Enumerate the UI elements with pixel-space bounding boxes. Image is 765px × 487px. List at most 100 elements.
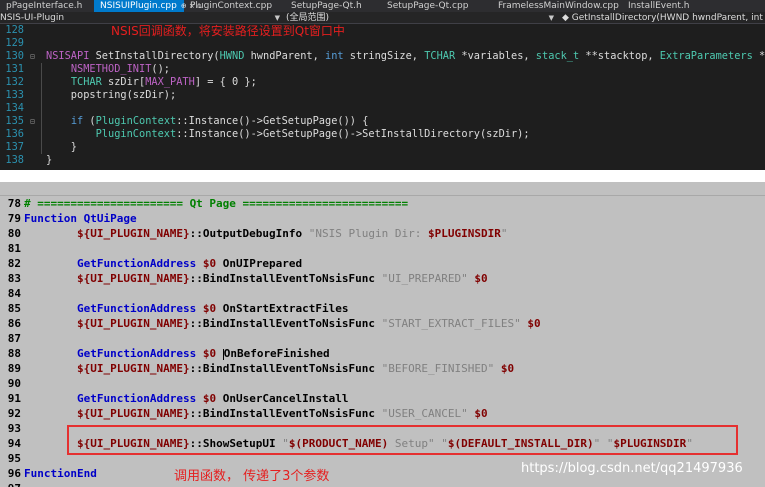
chevron-down-icon: ▼ xyxy=(548,14,554,22)
script-text: ${UI_PLUGIN_NAME}::BindInstallEventToNsi… xyxy=(76,317,541,330)
line-number: 90 xyxy=(7,377,21,390)
line-number: 79 xyxy=(7,212,21,225)
tab-3[interactable]: PluginContext.cpp xyxy=(184,0,285,12)
line-number: 81 xyxy=(7,242,21,255)
script-line: 86 ${UI_PLUGIN_NAME}::BindInstallEventTo… xyxy=(0,316,765,331)
line-number: 95 xyxy=(7,452,21,465)
script-line: 81 xyxy=(0,241,765,256)
script-text: ${UI_PLUGIN_NAME}::BindInstallEventToNsi… xyxy=(76,407,488,420)
tab-label: FramelessMainWindow.cpp xyxy=(498,1,619,11)
line-number: 97 xyxy=(5,481,21,487)
code-line: 135 ⊟ if (PluginContext::Instance()->GetS… xyxy=(0,115,765,128)
script-line: 88 GetFunctionAddress $0 OnBeforeFinishe… xyxy=(0,346,765,361)
code-annotation: NSIS回调函数，将安装路径设置到Qt窗口中 xyxy=(111,24,345,38)
member-dropdown[interactable]: ◆ GetInstallDirectory(HWND hwndParent, i… xyxy=(562,12,765,24)
line-number: 96 xyxy=(7,467,21,480)
indent-guide xyxy=(41,102,42,115)
code-line: 131 NSMETHOD_INIT(); xyxy=(0,63,765,76)
script-text: ${UI_PLUGIN_NAME}::BindInstallEventToNsi… xyxy=(76,272,488,285)
script-line: 97 xyxy=(0,481,765,487)
script-text: GetFunctionAddress $0 OnStartExtractFile… xyxy=(76,302,349,315)
script-line: 90 xyxy=(0,376,765,391)
script-line: 82 GetFunctionAddress $0 OnUIPrepared xyxy=(0,256,765,271)
script-line: 85 GetFunctionAddress $0 OnStartExtractF… xyxy=(0,301,765,316)
visual-studio-editor: pPageInterface.h NSISUIPlugin.cpp ⊕ × ▫ Plu… xyxy=(0,0,765,170)
tab-6[interactable]: FramelessMainWindow.cpp xyxy=(492,0,622,12)
line-number: 137 xyxy=(5,141,24,153)
line-number: 88 xyxy=(7,347,21,360)
line-number: 93 xyxy=(7,422,21,435)
script-line: 92 ${UI_PLUGIN_NAME}::BindInstallEventTo… xyxy=(0,406,765,421)
line-number: 136 xyxy=(5,128,24,140)
highlight-box xyxy=(67,425,738,455)
code-line: 130 ⊟ NSISAPI SetInstallDirectory(HWND hwn… xyxy=(0,50,765,63)
script-text: GetFunctionAddress $0 OnUserCancelInstal… xyxy=(76,392,349,405)
member-dropdown-label: ◆ GetInstallDirectory(HWND hwndParent, i… xyxy=(562,13,765,23)
code-text: NSISAPI SetInstallDirectory(HWND hwndPar… xyxy=(46,50,765,62)
line-number: 84 xyxy=(7,287,21,300)
tab-2[interactable]: NSISUIPlugin.cpp ⊕ × ▫ xyxy=(94,0,202,12)
script-text: GetFunctionAddress $0 OnUIPrepared xyxy=(76,257,303,270)
line-number: 89 xyxy=(7,362,21,375)
code-text: if (PluginContext::Instance()->GetSetupP… xyxy=(70,115,369,127)
script-line: 87 xyxy=(0,331,765,346)
code-line: 134 xyxy=(0,102,765,115)
document-tab-bar: pPageInterface.h NSISUIPlugin.cpp ⊕ × ▫ Plu… xyxy=(0,0,765,12)
line-number: 131 xyxy=(5,63,24,75)
indent-guide xyxy=(41,63,42,76)
line-number: 87 xyxy=(7,332,21,345)
line-number: 128 xyxy=(5,24,24,36)
indent-guide xyxy=(41,115,42,128)
script-line: 91 GetFunctionAddress $0 OnUserCancelIns… xyxy=(0,391,765,406)
watermark: https://blog.csdn.net/qq21497936 xyxy=(521,461,743,476)
line-number: 83 xyxy=(7,272,21,285)
indent-guide xyxy=(41,128,42,141)
line-number: 92 xyxy=(7,407,21,420)
line-number: 91 xyxy=(7,392,21,405)
tab-label: SetupPage-Qt.cpp xyxy=(387,1,469,11)
script-text: ${UI_PLUGIN_NAME}::BindInstallEventToNsi… xyxy=(76,362,515,375)
image-separator xyxy=(0,170,765,182)
line-number: 78 xyxy=(7,197,21,210)
collapse-icon[interactable]: ⊟ xyxy=(30,50,38,63)
script-line: 80 ${UI_PLUGIN_NAME}::OutputDebugInfo "N… xyxy=(0,226,765,241)
project-dropdown-label: NSIS-UI-Plugin xyxy=(0,13,65,23)
code-editor[interactable]: 128 129 130 ⊟ NSISAPI SetInstallDirectory(HW… xyxy=(0,24,765,170)
code-line: 138} xyxy=(0,154,765,167)
code-line: 137 } xyxy=(0,141,765,154)
tab-1[interactable]: pPageInterface.h xyxy=(0,0,94,12)
script-line: 79 Function QtUiPage xyxy=(0,211,765,226)
code-text: } xyxy=(46,154,53,166)
line-number: 82 xyxy=(7,257,21,270)
script-line: 78 # ====================== Qt Page =====… xyxy=(0,196,765,211)
line-number: 133 xyxy=(5,89,24,101)
collapse-icon[interactable]: ⊟ xyxy=(30,115,38,128)
code-line: 132 TCHAR szDir[MAX_PATH] = { 0 }; xyxy=(0,76,765,89)
tab-label: PluginContext.cpp xyxy=(190,1,273,11)
script-line: 89 ${UI_PLUGIN_NAME}::BindInstallEventTo… xyxy=(0,361,765,376)
line-number: 85 xyxy=(7,302,21,315)
line-number: 134 xyxy=(5,102,24,114)
tab-5[interactable]: SetupPage-Qt.cpp xyxy=(381,0,492,12)
indent-guide xyxy=(41,141,42,154)
indent-guide xyxy=(41,89,42,102)
script-text: FunctionEnd xyxy=(24,467,97,480)
line-number: 129 xyxy=(5,37,24,49)
line-number: 94 xyxy=(7,437,21,450)
tab-7[interactable]: InstallEvent.h xyxy=(622,0,765,12)
code-text: popstring(szDir); xyxy=(46,89,177,101)
nsis-annotation: 调用函数， 传递了3个参数 xyxy=(174,469,330,484)
line-number: 135 xyxy=(5,115,24,127)
indent-guide xyxy=(41,76,42,89)
script-line: 84 xyxy=(0,286,765,301)
line-number: 130 xyxy=(5,50,24,62)
script-text: # ====================== Qt Page =======… xyxy=(24,197,409,210)
tab-label: pPageInterface.h xyxy=(6,1,83,11)
line-number: 138 xyxy=(5,154,24,166)
code-line: 136 PluginContext::Instance()->GetSetupP… xyxy=(0,128,765,141)
editor-top-strip xyxy=(0,182,765,196)
tab-4[interactable]: SetupPage-Qt.h xyxy=(285,0,381,12)
tab-label: NSISUIPlugin.cpp xyxy=(100,1,177,11)
code-text: } xyxy=(46,141,77,153)
tab-label: SetupPage-Qt.h xyxy=(291,1,362,11)
